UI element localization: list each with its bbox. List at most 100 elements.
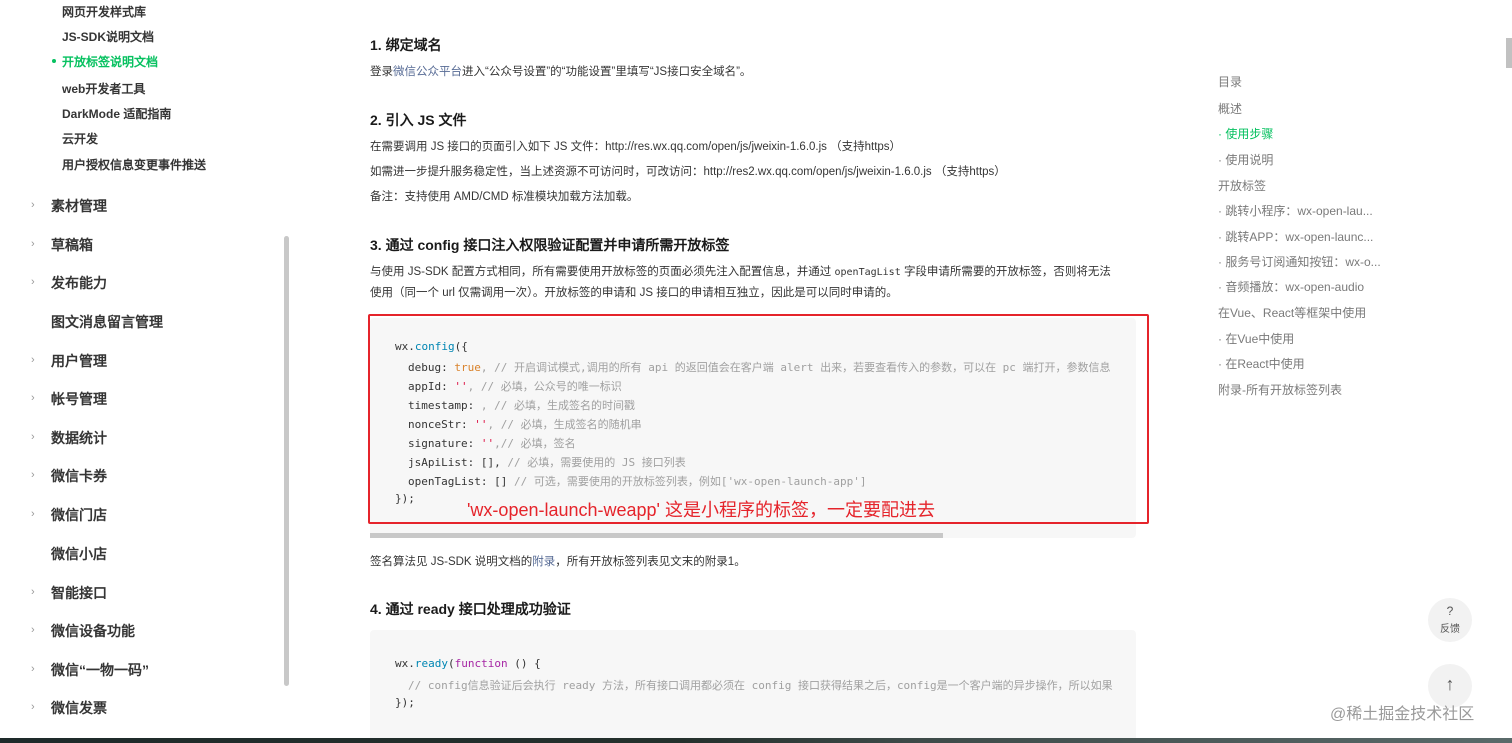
- sidebar-item-label: 用户管理: [51, 353, 107, 369]
- left-sidebar: 网页开发样式库 JS-SDK说明文档 开放标签说明文档 web开发者工具 Dar…: [0, 0, 290, 743]
- section-paragraph: 在需要调用 JS 接口的页面引入如下 JS 文件：http://res.wx.q…: [370, 141, 902, 153]
- toc-item-launch-app[interactable]: · 跳转APP：wx-open-launc...: [1218, 228, 1373, 245]
- toc-item-launch-weapp[interactable]: · 跳转小程序：wx-open-lau...: [1218, 202, 1373, 219]
- paragraph-text: 与使用 JS-SDK 配置方式相同，所有需要使用开放标签的页面必须先注入配置信息…: [370, 266, 832, 278]
- sidebar-item-label: 帐号管理: [51, 391, 107, 407]
- sidebar-subitem-auth-event[interactable]: 用户授权信息变更事件推送: [62, 156, 206, 173]
- chevron-right-icon: ›: [31, 469, 35, 481]
- sidebar-item-label: 微信发票: [51, 700, 107, 716]
- taskbar-strip: [0, 738, 1512, 743]
- sidebar-item-label: 微信“一物一码”: [51, 662, 149, 678]
- section-title-config: 3. 通过 config 接口注入权限验证配置并申请所需开放标签: [370, 237, 730, 253]
- chevron-right-icon: ›: [31, 392, 35, 404]
- section-title-ready: 4. 通过 ready 接口处理成功验证: [370, 601, 571, 617]
- toc-heading: 目录: [1218, 75, 1243, 89]
- sidebar-item-smart-api[interactable]: › 智能接口: [0, 580, 260, 606]
- code-line: wx.ready(function () {: [395, 657, 541, 670]
- paragraph-text: ，所有开放标签列表见文末的附录1。: [555, 556, 746, 568]
- code-horizontal-scrollbar[interactable]: [370, 533, 943, 538]
- chevron-right-icon: ›: [31, 238, 35, 250]
- chevron-right-icon: ›: [31, 276, 35, 288]
- active-dot-icon: [52, 59, 56, 63]
- toc-item-react[interactable]: · 在React中使用: [1218, 355, 1305, 372]
- sidebar-item-label: 智能接口: [51, 585, 107, 601]
- section-paragraph: 备注：支持使用 AMD/CMD 标准模块加载方法加载。: [370, 191, 639, 203]
- wechat-platform-link[interactable]: 微信公众平台: [393, 66, 462, 78]
- toc-item-vue[interactable]: · 在Vue中使用: [1218, 330, 1294, 347]
- code-comment: // config信息验证后会执行 ready 方法，所有接口调用都必须在 co…: [408, 679, 1113, 692]
- toc-item-usage-notes[interactable]: · 使用说明: [1218, 151, 1273, 168]
- sidebar-item-label: 微信设备功能: [51, 623, 135, 639]
- sidebar-scrollbar[interactable]: [284, 236, 289, 686]
- sidebar-subitem-darkmode[interactable]: DarkMode 适配指南: [62, 105, 171, 122]
- sidebar-item-label: 草稿箱: [51, 237, 93, 253]
- sidebar-item-label: 数据统计: [51, 430, 107, 446]
- chevron-right-icon: ›: [31, 354, 35, 366]
- main-content: 1. 绑定域名 登录微信公众平台进入“公众号设置”的“功能设置”里填写“JS接口…: [368, 0, 1150, 743]
- code-line: });: [395, 696, 415, 709]
- sidebar-item-label: 发布能力: [51, 275, 107, 291]
- chevron-right-icon: ›: [31, 586, 35, 598]
- sidebar-item-statistics[interactable]: › 数据统计: [0, 425, 260, 451]
- sidebar-item-label: 微信卡券: [51, 468, 107, 484]
- chevron-right-icon: ›: [31, 624, 35, 636]
- section-paragraph: 签名算法见 JS-SDK 说明文档的附录，所有开放标签列表见文末的附录1。: [370, 553, 746, 569]
- toc-item-subscribe[interactable]: · 服务号订阅通知按钮：wx-o...: [1218, 253, 1381, 270]
- sidebar-item-label: 微信小店: [51, 546, 107, 562]
- toc-item-open-tags[interactable]: 开放标签: [1218, 177, 1266, 194]
- section-paragraph: 使用（同一个 url 仅需调用一次）。开放标签的申请和 JS 接口的申请相互独立…: [370, 287, 898, 299]
- sidebar-item-comments[interactable]: 图文消息留言管理: [0, 309, 260, 335]
- sidebar-item-account[interactable]: › 帐号管理: [0, 386, 260, 412]
- toc-item-audio[interactable]: · 音频播放：wx-open-audio: [1218, 278, 1364, 295]
- sidebar-subitem-jssdk-doc[interactable]: JS-SDK说明文档: [62, 28, 154, 45]
- section-title-bind-domain: 1. 绑定域名: [370, 37, 442, 53]
- code-token: () {: [507, 657, 541, 670]
- paragraph-text: 进入“公众号设置”的“功能设置”里填写“JS接口安全域名”。: [462, 66, 752, 78]
- sidebar-item-users[interactable]: › 用户管理: [0, 348, 260, 374]
- code-token: function: [454, 657, 508, 670]
- sidebar-item-label: 素材管理: [51, 198, 107, 214]
- section-paragraph: 与使用 JS-SDK 配置方式相同，所有需要使用开放标签的页面必须先注入配置信息…: [370, 263, 1111, 279]
- watermark: @稀土掘金技术社区: [1330, 706, 1475, 723]
- feedback-button[interactable]: ? 反馈: [1428, 598, 1472, 642]
- toc-item-usage-steps[interactable]: · 使用步骤: [1218, 125, 1273, 142]
- sidebar-item-stores[interactable]: › 微信门店: [0, 502, 260, 528]
- appendix-link[interactable]: 附录: [532, 556, 555, 568]
- sidebar-item-publish[interactable]: › 发布能力: [0, 270, 260, 296]
- sidebar-item-cards[interactable]: › 微信卡券: [0, 463, 260, 489]
- sidebar-item-shop[interactable]: 微信小店: [0, 541, 260, 567]
- chevron-right-icon: ›: [31, 508, 35, 520]
- sidebar-subitem-open-tag-doc[interactable]: 开放标签说明文档: [62, 53, 158, 70]
- table-of-contents: 目录 概述 · 使用步骤 · 使用说明 开放标签 · 跳转小程序：wx-open…: [1218, 0, 1408, 743]
- paragraph-text: 字段申请所需要的开放标签，否则将无法: [903, 266, 1111, 278]
- annotation-frame: [368, 314, 1149, 524]
- question-icon: ?: [1446, 604, 1454, 618]
- section-paragraph: 如需进一步提升服务稳定性，当上述资源不可访问时，可改访问：http://res2…: [370, 166, 1006, 178]
- sidebar-item-drafts[interactable]: › 草稿箱: [0, 232, 260, 258]
- sidebar-subitem-style-library[interactable]: 网页开发样式库: [62, 3, 146, 20]
- page-scrollbar[interactable]: [1506, 38, 1512, 68]
- section-title-include-js: 2. 引入 JS 文件: [370, 112, 467, 128]
- feedback-label: 反馈: [1440, 624, 1460, 635]
- code-token: ready: [414, 657, 448, 670]
- sidebar-subitem-cloud-dev[interactable]: 云开发: [62, 130, 98, 147]
- code-line: // config信息验证后会执行 ready 方法，所有接口调用都必须在 co…: [408, 677, 1113, 693]
- sidebar-item-devices[interactable]: › 微信设备功能: [0, 618, 260, 644]
- toc-item-frameworks[interactable]: 在Vue、React等框架中使用: [1218, 304, 1366, 321]
- toc-item-appendix[interactable]: 附录-所有开放标签列表: [1218, 381, 1342, 398]
- chevron-right-icon: ›: [31, 663, 35, 675]
- sidebar-item-invoice[interactable]: › 微信发票: [0, 695, 260, 721]
- code-token: wx.: [395, 657, 415, 670]
- sidebar-item-label: 微信门店: [51, 507, 107, 523]
- sidebar-item-label: 图文消息留言管理: [51, 314, 163, 330]
- sidebar-item-one-code[interactable]: › 微信“一物一码”: [0, 657, 260, 683]
- paragraph-text: 登录: [370, 66, 393, 78]
- code-block-ready: wx.ready(function () { // config信息验证后会执行…: [370, 630, 1136, 743]
- chevron-right-icon: ›: [31, 431, 35, 443]
- toc-item-overview[interactable]: 概述: [1218, 100, 1242, 117]
- sidebar-item-materials[interactable]: › 素材管理: [0, 193, 260, 219]
- sidebar-subitem-web-devtools[interactable]: web开发者工具: [62, 80, 145, 97]
- section-paragraph: 登录微信公众平台进入“公众号设置”的“功能设置”里填写“JS接口安全域名”。: [370, 63, 751, 79]
- code-token: (: [448, 657, 455, 670]
- paragraph-text: 签名算法见 JS-SDK 说明文档的: [370, 556, 533, 568]
